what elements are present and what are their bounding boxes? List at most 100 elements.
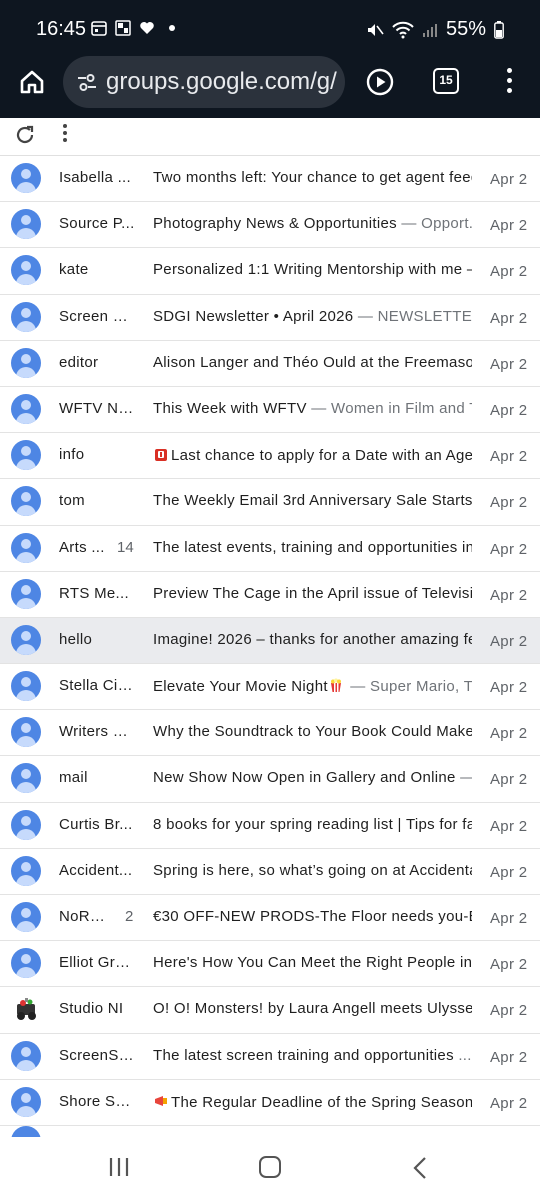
home-icon[interactable]	[18, 68, 46, 96]
thread-row[interactable]: info Last chance to apply for a Date with…	[0, 433, 540, 480]
thread-row[interactable]: tom The Weekly Email 3rd Anniversary Sale…	[0, 479, 540, 526]
thread-date: Apr 2	[490, 679, 528, 697]
thread-row[interactable]: Writers D... Why the Soundtrack to Your B…	[0, 710, 540, 757]
thread-date: Apr 2	[490, 1094, 528, 1112]
thread-row[interactable]: RTS Me... Preview The Cage in the April i…	[0, 571, 540, 618]
thread-date: Apr 2	[490, 771, 528, 789]
thread-row[interactable]: Arts ... 14 The latest events, training an…	[0, 525, 540, 572]
thread-row[interactable]: mail New Show Now Open in Gallery and Onl…	[0, 756, 540, 803]
avatar-icon	[11, 486, 41, 517]
thread-row[interactable]: NoRepl... 2 €30 OFF-NEW PRODS-The Floor ne…	[0, 895, 540, 942]
thread-subject-line: Photography News & Opportunities — Oppor…	[153, 215, 472, 232]
avatar-icon	[11, 301, 41, 332]
thread-row[interactable]: hello Imagine! 2026 – thanks for another …	[0, 617, 540, 665]
thread-date: Apr 2	[490, 217, 528, 235]
avatar-icon	[11, 578, 41, 609]
play-circle-icon[interactable]	[366, 68, 394, 96]
thread-row[interactable]: Source P... Photography News & Opportunit…	[0, 202, 540, 249]
thread-date: Apr 2	[490, 309, 528, 327]
system-nav-bar	[0, 1137, 540, 1199]
thread-row[interactable]: Elliot Gro... Here's How You Can Meet the…	[0, 941, 540, 988]
thread-date: Apr 2	[490, 355, 528, 373]
recent-apps-icon[interactable]	[108, 1157, 130, 1177]
avatar-icon	[11, 1086, 41, 1117]
thread-sender: Curtis Br...	[59, 815, 133, 833]
thread-subject: Alison Langer and Théo Ould at the Freem…	[153, 353, 472, 371]
thread-date: Apr 2	[490, 863, 528, 881]
thread-row[interactable]: Screen Di... SDGI Newsletter • April 2026…	[0, 294, 540, 341]
thread-subject: The latest events, training and opportun…	[153, 538, 472, 556]
thread-row[interactable]: kate Personalized 1:1 Writing Mentorship …	[0, 248, 540, 295]
avatar-icon	[11, 532, 41, 563]
group-action-row	[0, 118, 540, 156]
avatar-icon	[11, 948, 41, 979]
thread-subject-line: The Weekly Email 3rd Anniversary Sale St…	[153, 492, 472, 509]
avatar-icon	[11, 671, 41, 702]
thread-snippet: — Opport...	[401, 215, 472, 233]
status-bar: 16:45 55%	[0, 0, 540, 56]
address-bar[interactable]: groups.google.com/g/	[63, 56, 345, 108]
thread-sender: kate	[59, 261, 89, 279]
thread-sender: tom	[59, 492, 85, 510]
thread-subject: Elevate Your Movie Night	[153, 678, 328, 696]
refresh-icon[interactable]	[14, 124, 36, 146]
thread-row[interactable]: Stella Cin... Elevate Your Movie Night — …	[0, 664, 540, 711]
message-count: 14	[117, 538, 134, 556]
more-notifications-dot	[169, 25, 175, 31]
thread-sender: ScreenSk...	[59, 1046, 135, 1064]
megaphone-icon	[153, 1093, 169, 1109]
mute-icon	[367, 23, 384, 36]
more-vert-icon[interactable]	[504, 68, 514, 96]
notification-icons	[91, 20, 175, 36]
thread-row[interactable]: Isabella ... Two months left: Your chance…	[0, 156, 540, 203]
thread-subject-line: Preview The Cage in the April issue of T…	[153, 585, 472, 602]
thread-subject-line: SDGI Newsletter • April 2026 — NEWSLETTE…	[153, 308, 472, 325]
thread-subject: SDGI Newsletter • April 2026	[153, 307, 354, 325]
home-circle-icon[interactable]	[259, 1156, 281, 1178]
url-text[interactable]: groups.google.com/g/	[106, 68, 337, 96]
thread-sender: Arts ...	[59, 538, 105, 556]
thread-date: Apr 2	[490, 494, 528, 512]
avatar-icon	[11, 809, 41, 840]
thread-sender: Studio NI	[59, 1000, 124, 1018]
thread-row[interactable]: editor Alison Langer and Théo Ould at the…	[0, 340, 540, 387]
heart-icon	[140, 22, 154, 34]
thread-sender: Accident...	[59, 861, 133, 879]
tabs-button[interactable]: 15	[433, 68, 459, 94]
thread-subject: O! O! Monsters! by Laura Angell meets Ul…	[153, 1000, 472, 1018]
thread-subject-line: New Show Now Open in Gallery and Online …	[153, 769, 472, 786]
thread-sender: Screen Di...	[59, 307, 135, 325]
thread-subject-line: This Week with WFTV — Women in Film and …	[153, 400, 472, 417]
thread-snippet: — ...	[456, 769, 472, 786]
message-count: 2	[125, 908, 134, 925]
thread-subject-line: Two months left: Your chance to get agen…	[153, 169, 472, 186]
thread-snippet: — Women in Film and T...	[311, 399, 472, 417]
avatar-icon	[11, 440, 41, 471]
thread-sender: WFTV Ne...	[59, 399, 135, 417]
thread-subject-line: Elevate Your Movie Night — Super Mario, …	[153, 677, 472, 695]
thread-subject: The latest screen training and opportuni…	[153, 1046, 454, 1064]
thread-date: Apr 2	[490, 632, 528, 650]
thread-date: Apr 2	[490, 263, 528, 281]
thread-row[interactable]: Accident... Spring is here, so what’s goi…	[0, 848, 540, 895]
thread-sender: Isabella ...	[59, 169, 131, 186]
more-vert-icon[interactable]	[62, 124, 68, 146]
thread-snippet: — Super Mario, T...	[345, 678, 472, 696]
thread-row[interactable]: Studio NI O! O! Monsters! by Laura Angell…	[0, 987, 540, 1034]
avatar-icon	[11, 717, 41, 748]
avatar-icon	[11, 347, 41, 378]
thread-row[interactable]: WFTV Ne... This Week with WFTV — Women in…	[0, 386, 540, 434]
thread-subject-line: O! O! Monsters! by Laura Angell meets Ul…	[153, 1000, 472, 1017]
thread-date: Apr 2	[490, 1002, 528, 1020]
battery-percent: 55%	[445, 18, 486, 40]
thread-row[interactable]: Shore Sc... The Regular Deadline of the S…	[0, 1079, 540, 1126]
thread-row[interactable]: ScreenSk... The latest screen training an…	[0, 1033, 540, 1080]
thread-date: Apr 2	[490, 401, 528, 419]
avatar-icon	[11, 624, 41, 655]
thread-row[interactable]: Curtis Br... 8 books for your spring read…	[0, 802, 540, 849]
calendar-icon	[91, 21, 107, 36]
alarm-icon	[153, 446, 169, 462]
tune-icon[interactable]	[75, 70, 99, 94]
back-icon[interactable]	[412, 1156, 428, 1180]
thread-subject: The Weekly Email 3rd Anniversary Sale St…	[153, 492, 472, 510]
